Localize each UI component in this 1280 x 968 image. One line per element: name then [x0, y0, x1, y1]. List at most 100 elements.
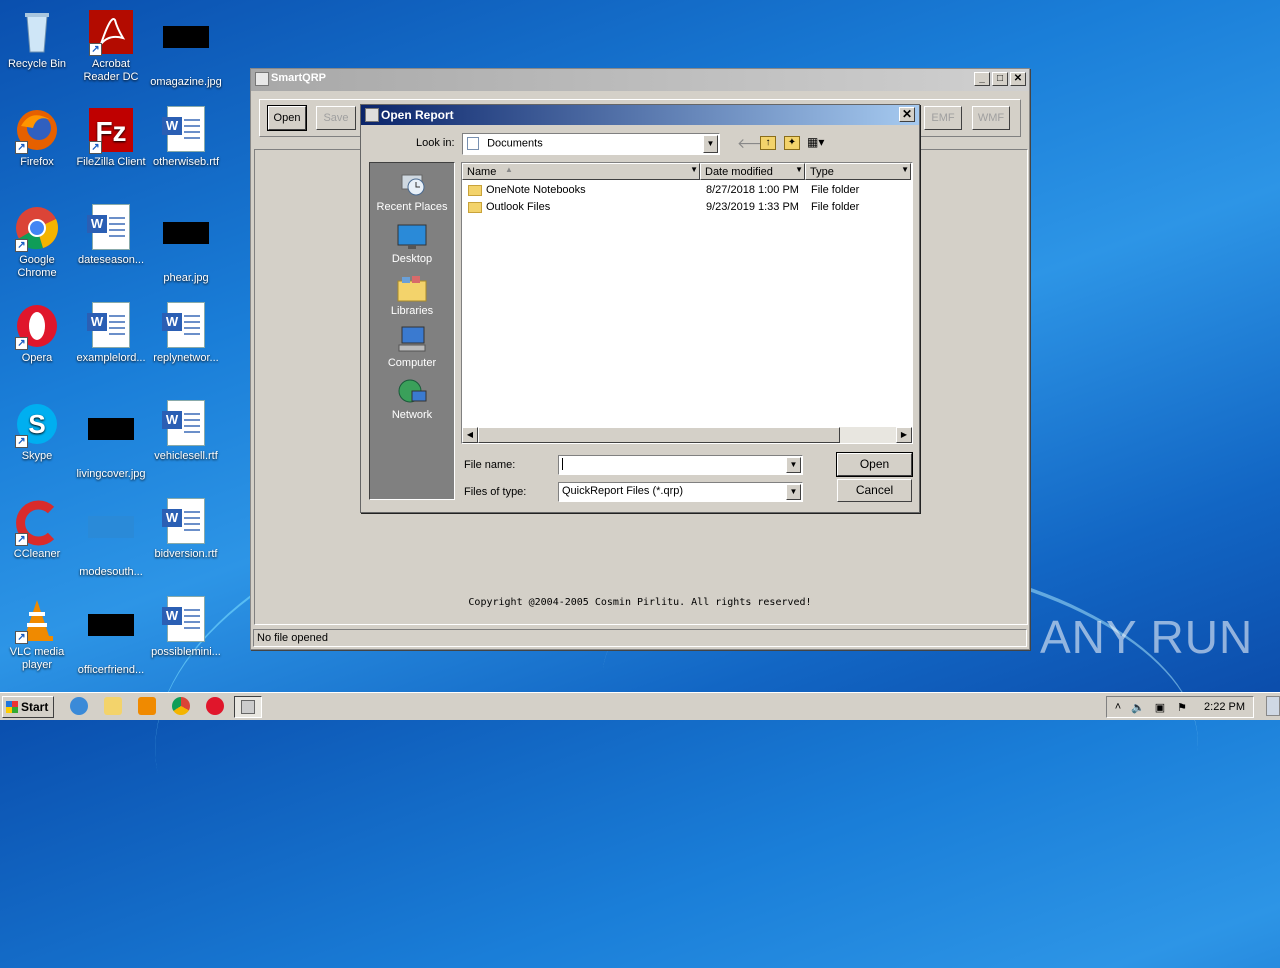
desktop-icon-ccleaner[interactable]: ↗ CCleaner: [0, 498, 74, 561]
look-in-dropdown[interactable]: Documents ▼: [462, 133, 720, 155]
word-document-icon: W: [162, 400, 210, 448]
desktop-icon-acrobat[interactable]: ↗ Acrobat Reader DC: [74, 8, 148, 84]
emf-button[interactable]: EMF: [924, 106, 962, 130]
desktop-icon-examplelord[interactable]: W examplelord...: [74, 302, 148, 365]
shortcut-arrow-icon: ↗: [15, 533, 28, 546]
open-button[interactable]: Open: [836, 452, 913, 477]
file-name-label: File name:: [464, 459, 516, 471]
desktop-icon-firefox[interactable]: ↗ Firefox: [0, 106, 74, 169]
status-bar: No file opened: [253, 629, 1027, 647]
dialog-title: Open Report: [381, 108, 454, 122]
volume-icon[interactable]: 🔈: [1131, 701, 1145, 715]
start-button[interactable]: Start: [2, 696, 54, 718]
desktop-icon-filezilla[interactable]: Fz ↗ FileZilla Client: [74, 106, 148, 169]
desktop-icon-skype[interactable]: S ↗ Skype: [0, 400, 74, 463]
desktop-icon-officerfriend[interactable]: officerfriend...: [74, 596, 148, 677]
word-document-icon: W: [87, 302, 135, 350]
desktop-icon-opera[interactable]: ↗ Opera: [0, 302, 74, 365]
desktop-icon-modesouth[interactable]: modesouth...: [74, 498, 148, 579]
column-header-name[interactable]: Name ▲ ▼: [462, 163, 700, 180]
shortcut-arrow-icon: ↗: [15, 631, 28, 644]
network-icon[interactable]: ▣: [1153, 701, 1167, 715]
save-button[interactable]: Save: [316, 106, 356, 130]
file-list[interactable]: Name ▲ ▼ Date modified ▼ Type ▼ OneNote …: [461, 162, 913, 444]
open-button[interactable]: Open: [267, 105, 307, 131]
dialog-titlebar[interactable]: Open Report ✕: [361, 105, 919, 125]
place-desktop[interactable]: Desktop: [370, 221, 454, 265]
dialog-close-button[interactable]: ✕: [899, 107, 915, 122]
opera-icon: ↗: [13, 302, 61, 350]
desktop-icon-possiblemini[interactable]: W possiblemini...: [149, 596, 223, 659]
open-report-dialog: Open Report ✕ Look in: Documents ▼ 🡐 ↑ ✦…: [360, 104, 920, 513]
tray-expand-icon[interactable]: ˄: [1111, 701, 1125, 715]
horizontal-scrollbar[interactable]: ◀ ▶: [462, 427, 912, 443]
internet-explorer-icon[interactable]: [70, 697, 88, 715]
scroll-right-icon[interactable]: ▶: [896, 427, 912, 443]
shortcut-arrow-icon: ↗: [15, 435, 28, 448]
maximize-button[interactable]: □: [992, 72, 1008, 86]
new-folder-icon[interactable]: ✦: [784, 136, 800, 150]
printer-icon: [255, 72, 269, 86]
svg-text:S: S: [28, 409, 45, 439]
desktop-icon-dateseason[interactable]: W dateseason...: [74, 204, 148, 267]
desktop-icon-otherwiseb[interactable]: W otherwiseb.rtf: [149, 106, 223, 169]
recent-places-icon: [396, 169, 428, 199]
printer-icon: [365, 108, 379, 122]
view-menu-icon[interactable]: ▦▾: [807, 136, 829, 150]
desktop-icon-livingcover[interactable]: livingcover.jpg: [74, 400, 148, 481]
file-name-input[interactable]: ▼: [558, 455, 803, 475]
column-header-type[interactable]: Type ▼: [805, 163, 911, 180]
anyrun-watermark: ANY RUN: [1040, 611, 1254, 663]
file-name: OneNote Notebooks: [486, 184, 586, 196]
file-name-cell: Outlook Files: [468, 201, 550, 213]
printer-icon: [241, 700, 255, 714]
wmf-button[interactable]: WMF: [972, 106, 1010, 130]
minimize-button[interactable]: _: [974, 72, 990, 86]
file-date: 8/27/2018 1:00 PM: [706, 184, 799, 196]
folder-icon: [468, 184, 482, 196]
window-titlebar[interactable]: SmartQRP _ □ ✕: [251, 69, 1029, 91]
file-row[interactable]: OneNote Notebooks 8/27/2018 1:00 PM File…: [466, 183, 906, 199]
taskbar-smartqrp[interactable]: [234, 696, 262, 718]
chrome-icon[interactable]: [172, 697, 190, 715]
network-globe-icon: [396, 377, 428, 407]
scrollbar-thumb[interactable]: [478, 427, 840, 443]
place-libraries[interactable]: Libraries: [370, 273, 454, 317]
desktop-icon-phear[interactable]: phear.jpg: [149, 204, 223, 285]
clock[interactable]: 2:22 PM: [1204, 701, 1245, 713]
chevron-down-icon: ▼: [786, 484, 801, 500]
files-of-type-dropdown[interactable]: QuickReport Files (*.qrp) ▼: [558, 482, 803, 502]
desktop-icon-omagazine[interactable]: omagazine.jpg: [149, 8, 223, 89]
up-folder-icon[interactable]: ↑: [760, 136, 776, 150]
desktop-icon-chrome[interactable]: ↗ Google Chrome: [0, 204, 74, 280]
close-button[interactable]: ✕: [1010, 72, 1026, 86]
file-row[interactable]: Outlook Files 9/23/2019 1:33 PM File fol…: [466, 200, 906, 216]
vlc-cone-icon: ↗: [13, 596, 61, 644]
desktop-icon-replynetwor[interactable]: W replynetwor...: [149, 302, 223, 365]
file-name: Outlook Files: [486, 201, 551, 213]
look-in-value: Documents: [487, 137, 543, 150]
show-desktop-button[interactable]: [1266, 696, 1280, 716]
action-center-flag-icon[interactable]: ⚑: [1175, 701, 1189, 715]
taskbar: Start ˄ 🔈 ▣ ⚑ 2:22 PM: [0, 692, 1280, 720]
file-type: File folder: [811, 201, 860, 213]
desktop-icon-vlc[interactable]: ↗ VLC media player: [0, 596, 74, 672]
shortcut-arrow-icon: ↗: [15, 141, 28, 154]
place-computer[interactable]: Computer: [370, 325, 454, 369]
place-network[interactable]: Network: [370, 377, 454, 421]
chevron-down-icon: ▼: [703, 135, 718, 153]
explorer-folder-icon[interactable]: [104, 697, 122, 715]
column-header-date-modified[interactable]: Date modified ▼: [700, 163, 805, 180]
opera-icon[interactable]: [206, 697, 224, 715]
window-title: SmartQRP: [271, 72, 327, 84]
sort-up-icon: ▲: [505, 165, 513, 174]
desktop-icon-recycle-bin[interactable]: Recycle Bin: [0, 8, 74, 71]
shortcut-arrow-icon: ↗: [15, 337, 28, 350]
place-recent-places[interactable]: Recent Places: [370, 169, 454, 213]
shortcut-arrow-icon: ↗: [89, 43, 102, 56]
desktop-icon-vehiclesell[interactable]: W vehiclesell.rtf: [149, 400, 223, 463]
scroll-left-icon[interactable]: ◀: [462, 427, 478, 443]
cancel-button[interactable]: Cancel: [837, 479, 912, 502]
desktop-icon-bidversion[interactable]: W bidversion.rtf: [149, 498, 223, 561]
media-player-icon[interactable]: [138, 697, 156, 715]
